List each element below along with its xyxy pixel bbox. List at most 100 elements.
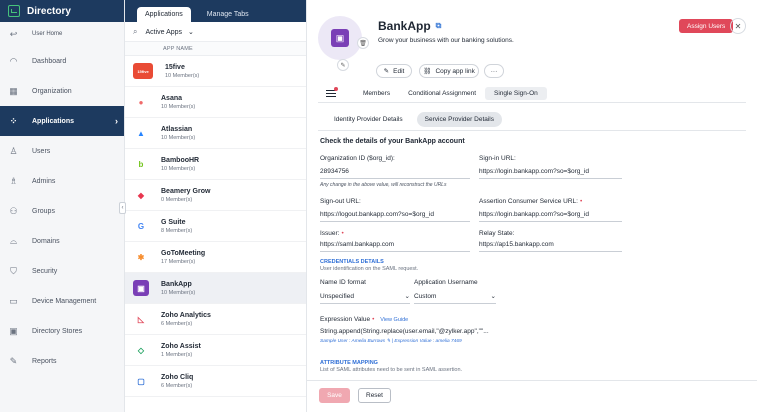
app-list-tabs: Applications Manage Tabs	[125, 0, 306, 22]
sidebar-item-label: Directory Stores	[32, 327, 83, 335]
app-info: BambooHR 10 Member(s)	[161, 157, 199, 172]
divider	[318, 102, 746, 103]
assign-users-button[interactable]: Assign Users	[679, 19, 734, 33]
app-list-item[interactable]: ● Asana 10 Member(s)	[125, 87, 306, 118]
sidebar-item-groups[interactable]: ⚇ Groups	[0, 196, 124, 226]
device-icon: ▭	[9, 295, 18, 306]
reset-button[interactable]: Reset	[358, 388, 391, 403]
sidebar-item-reports[interactable]: ✎ Reports	[0, 346, 124, 376]
application-username-select[interactable]: Custom ⌄	[414, 292, 496, 304]
acs-url-label-text: Assertion Consumer Service URL:	[479, 198, 578, 205]
chevron-down-icon: ⌄	[490, 293, 496, 300]
sidebar-item-security[interactable]: ⛉ Security	[0, 256, 124, 286]
app-name: Zoho Cliq	[161, 373, 194, 381]
org-id-label: Organization ID ($org_id):	[320, 155, 395, 162]
app-list-item[interactable]: b BambooHR 10 Member(s)	[125, 149, 306, 180]
sidebar-item-users[interactable]: ♙ Users	[0, 136, 124, 166]
app-member-count: 6 Member(s)	[161, 382, 193, 389]
app-list-item[interactable]: ◆ Beamery Grow 0 Member(s)	[125, 180, 306, 211]
menu-icon[interactable]	[326, 86, 338, 98]
close-icon[interactable]: ✕	[730, 18, 746, 34]
app-list-item[interactable]: 15five 15five 10 Member(s)	[125, 56, 306, 87]
tab-manage-tabs[interactable]: Manage Tabs	[199, 7, 257, 22]
detail-tabs: Members Conditional Assignment Single Si…	[326, 86, 547, 100]
relay-state-field[interactable]: https://ap15.bankapp.com	[479, 241, 622, 252]
edit-button[interactable]: ✎ Edit	[376, 64, 412, 78]
required-marker: •	[341, 230, 344, 237]
app-filter-dropdown[interactable]: Active Apps ⌄	[145, 28, 193, 36]
save-button[interactable]: Save	[319, 388, 350, 403]
delete-icon[interactable]: 🗑	[357, 37, 369, 49]
tab-conditional-assignment[interactable]: Conditional Assignment	[399, 87, 485, 100]
sample-user-preview: Sample User : Amelia Burrows ✎ | Express…	[320, 339, 462, 344]
sidebar-item-label: Users	[32, 147, 51, 155]
sidebar-item-user-home[interactable]: ↩ User Home	[0, 22, 124, 46]
app-logo-icon: ◺	[133, 311, 149, 327]
app-name: 15five	[165, 63, 185, 71]
app-list-item[interactable]: ◇ Zoho Assist 1 Member(s)	[125, 335, 306, 366]
tab-applications[interactable]: Applications	[137, 7, 191, 22]
building-icon: ▦	[9, 85, 18, 96]
more-options-button[interactable]: ···	[484, 64, 504, 78]
sidebar-item-directory-stores[interactable]: ▣ Directory Stores	[0, 316, 124, 346]
required-marker: •	[579, 198, 583, 205]
app-list-item[interactable]: ▲ Atlassian 10 Member(s)	[125, 118, 306, 149]
chevron-right-icon: ›	[115, 116, 118, 126]
app-member-count: 10 Member(s)	[165, 72, 200, 79]
acs-url-field[interactable]: https://login.bankapp.com?so=$org_id	[479, 211, 622, 222]
collapse-sidebar-handle[interactable]: ‹	[119, 202, 126, 214]
app-member-count: 6 Member(s)	[161, 320, 193, 327]
external-link-icon[interactable]: ⧉	[436, 21, 442, 31]
app-member-count: 10 Member(s)	[161, 289, 196, 296]
app-logo-icon: ◇	[133, 342, 149, 358]
sidebar-item-admins[interactable]: ♗ Admins	[0, 166, 124, 196]
app-member-count: 0 Member(s)	[161, 196, 193, 203]
apps-icon: ⁘	[9, 115, 18, 126]
sidebar-item-applications[interactable]: ⁘ Applications ›	[0, 106, 124, 136]
sidebar-item-label: Reports	[32, 357, 57, 365]
app-logo-icon: ▢	[133, 373, 149, 389]
expression-value-field[interactable]: String.append(String.replace(user.email,…	[320, 328, 489, 335]
app-logo-icon: ▲	[133, 125, 149, 141]
sidebar-item-label: Applications	[32, 117, 75, 125]
view-guide-link[interactable]: View Guide	[380, 317, 408, 323]
app-member-count: 1 Member(s)	[161, 351, 193, 358]
store-icon: ▣	[9, 325, 18, 336]
signin-url-field[interactable]: https://login.bankapp.com?so=$org_id	[479, 168, 622, 179]
sidebar-item-dashboard[interactable]: ◠ Dashboard	[0, 46, 124, 76]
app-list-item[interactable]: ▢ Zoho Cliq 6 Member(s)	[125, 366, 306, 397]
app-list-item[interactable]: ✱ GoToMeeting 17 Member(s)	[125, 242, 306, 273]
tab-identity-provider-details[interactable]: Identity Provider Details	[326, 112, 411, 127]
issuer-field[interactable]: https://saml.bankapp.com	[320, 241, 470, 252]
app-detail-panel: ▣ 🗑 ✎ BankApp ⧉ Grow your business with …	[307, 0, 757, 412]
app-info: 15five 10 Member(s)	[165, 64, 199, 79]
attribute-mapping-subtitle: List of SAML attributes need to be sent …	[320, 367, 463, 373]
edit-logo-icon[interactable]: ✎	[337, 59, 349, 71]
app-name: Beamery Grow	[161, 187, 211, 195]
signout-url-field[interactable]: https://logout.bankapp.com?so=$org_id	[320, 211, 470, 222]
app-list-item[interactable]: G G Suite 8 Member(s)	[125, 211, 306, 242]
app-member-count: 8 Member(s)	[161, 227, 193, 234]
org-id-field[interactable]: 28934756	[320, 168, 470, 179]
app-list-item[interactable]: ▣ BankApp 10 Member(s)	[125, 273, 306, 304]
app-logo-icon: b	[133, 156, 149, 172]
sidebar-header: Directory	[0, 0, 124, 22]
sidebar-item-organization[interactable]: ▦ Organization	[0, 76, 124, 106]
sidebar-item-device-management[interactable]: ▭ Device Management	[0, 286, 124, 316]
app-list-item[interactable]: ◺ Zoho Analytics 6 Member(s)	[125, 304, 306, 335]
name-id-format-select[interactable]: Unspecified ⌄	[320, 292, 410, 304]
tab-service-provider-details[interactable]: Service Provider Details	[416, 112, 502, 127]
pencil-icon: ✎	[383, 68, 390, 75]
tab-members[interactable]: Members	[354, 87, 399, 100]
admin-icon: ♗	[9, 175, 18, 186]
groups-icon: ⚇	[9, 205, 18, 216]
sidebar-item-label: Organization	[32, 87, 72, 95]
required-marker: •	[372, 316, 375, 323]
sidebar-item-label: Groups	[32, 207, 55, 215]
app-logo-icon: ✱	[133, 249, 149, 265]
sidebar-item-domains[interactable]: ⌓ Domains	[0, 226, 124, 256]
app-logo-icon: 15five	[133, 63, 153, 79]
copy-app-link-button[interactable]: ⛓ Copy app link	[419, 64, 479, 78]
tab-single-sign-on[interactable]: Single Sign-On	[485, 87, 547, 100]
search-icon[interactable]: ⌕	[133, 27, 137, 37]
